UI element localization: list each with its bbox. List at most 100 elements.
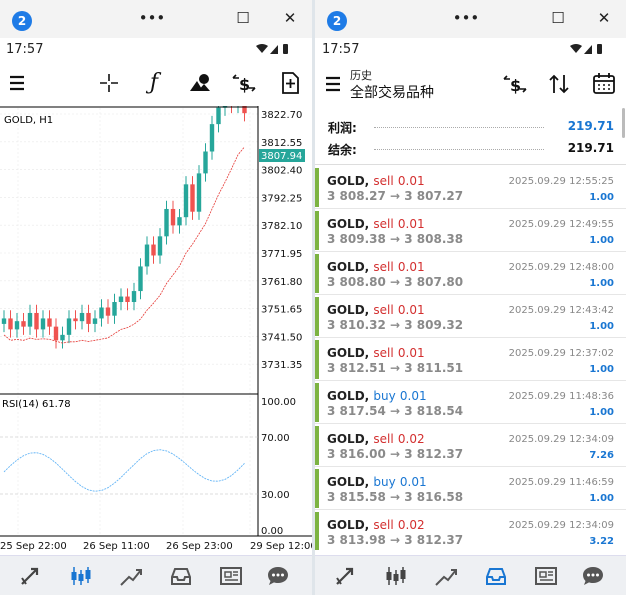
header-title[interactable]: 全部交易品种 (350, 82, 434, 102)
add-file-icon[interactable] (275, 68, 305, 98)
balance-value: 219.71 (567, 141, 614, 155)
candle (125, 296, 130, 303)
candle (99, 307, 104, 319)
chart-icon[interactable] (67, 562, 95, 590)
history-header: 历史 全部交易品种 $ (315, 60, 626, 108)
news-icon[interactable] (532, 562, 560, 590)
inbox-icon[interactable] (482, 562, 510, 590)
title-bar: 2 ••• ☐ ✕ (0, 0, 312, 38)
trade-symbol: GOLD, (327, 303, 370, 317)
candle (138, 266, 143, 292)
candle (203, 151, 208, 174)
trade-side: sell (373, 260, 394, 274)
price-tick: 3741.50 (261, 332, 302, 343)
more-options-button[interactable]: ••• (137, 6, 167, 30)
trade-profit: 1.00 (589, 493, 614, 504)
trend-icon[interactable] (117, 562, 145, 590)
candle (164, 208, 169, 237)
trade-row[interactable]: GOLD, sell 0.01 3 808.80 → 3 807.80 2025… (315, 253, 626, 295)
row-marker (315, 340, 319, 379)
trade-row[interactable]: GOLD, sell 0.01 3 808.27 → 3 807.27 2025… (315, 167, 626, 209)
history-window: 2 ••• ☐ ✕ 17:57 历史 全部交易品种 $ 利润: 219.71 结… (315, 0, 626, 595)
svg-text:$: $ (510, 76, 521, 95)
trade-symbol: GOLD, (327, 174, 370, 188)
price-tick: 3792.25 (261, 193, 302, 204)
trade-icon[interactable] (17, 562, 45, 590)
candle (196, 173, 202, 212)
trade-prices: 3 816.00 → 3 812.37 (327, 447, 464, 461)
maximize-button[interactable]: ☐ (228, 6, 258, 30)
trend-icon[interactable] (432, 562, 460, 590)
chart-icon[interactable] (382, 562, 410, 590)
trade-side: sell (373, 217, 394, 231)
candle (21, 321, 26, 327)
trade-list: GOLD, sell 0.01 3 808.27 → 3 807.27 2025… (315, 167, 626, 550)
candle (66, 318, 72, 335)
inbox-icon[interactable] (167, 562, 195, 590)
sort-icon[interactable] (544, 69, 574, 99)
close-button[interactable]: ✕ (275, 6, 305, 30)
price-tick: 3731.35 (261, 360, 302, 371)
trade-side: sell (373, 303, 394, 317)
trade-profit: 3.22 (589, 536, 614, 547)
chat-icon[interactable] (579, 562, 607, 590)
trade-volume: 0.01 (399, 389, 427, 403)
candle (8, 318, 13, 330)
trade-row[interactable]: GOLD, buy 0.01 3 815.58 → 3 816.58 2025.… (315, 468, 626, 510)
calendar-icon[interactable] (589, 69, 619, 99)
candle (73, 318, 78, 322)
candle (216, 107, 221, 125)
trade-row[interactable]: GOLD, sell 0.01 3 809.38 → 3 808.38 2025… (315, 210, 626, 252)
trade-datetime: 2025.09.29 12:55:25 (508, 176, 614, 187)
candle (131, 291, 137, 303)
shapes-icon[interactable] (185, 68, 215, 98)
time-label: 25 Sep 22:00 (0, 541, 67, 552)
trade-row[interactable]: GOLD, buy 0.01 3 817.54 → 3 818.54 2025.… (315, 382, 626, 424)
maximize-button[interactable]: ☐ (543, 6, 573, 30)
trade-icon[interactable] (332, 562, 360, 590)
candle (86, 312, 91, 324)
trade-datetime: 2025.09.29 12:37:02 (508, 348, 614, 359)
balance-label: 结余: (328, 143, 357, 157)
more-options-button[interactable]: ••• (451, 6, 481, 30)
trade-datetime: 2025.09.29 12:43:42 (508, 305, 614, 316)
trade-volume: 0.01 (397, 303, 425, 317)
trade-volume: 0.02 (397, 518, 425, 532)
trade-row[interactable]: GOLD, sell 0.01 3 812.51 → 3 811.51 2025… (315, 339, 626, 381)
crosshair-icon[interactable] (94, 68, 124, 98)
symbol-label: GOLD, H1 (4, 115, 53, 126)
profit-label: 利润: (328, 121, 357, 135)
news-icon[interactable] (217, 562, 245, 590)
trade-symbol: GOLD, (327, 389, 370, 403)
trade-profit: 1.00 (589, 321, 614, 332)
status-time: 17:57 (6, 42, 44, 57)
candle (47, 318, 52, 327)
trade-row[interactable]: GOLD, sell 0.02 3 813.98 → 3 812.37 2025… (315, 511, 626, 550)
function-icon[interactable]: ƒ (139, 68, 169, 98)
close-button[interactable]: ✕ (589, 6, 619, 30)
candle (190, 184, 195, 212)
trade-row[interactable]: GOLD, sell 0.02 3 816.00 → 3 812.37 2025… (315, 425, 626, 467)
rsi-tick: 70.00 (261, 433, 290, 444)
menu-icon[interactable] (2, 68, 32, 98)
chat-icon[interactable] (264, 562, 292, 590)
candle (144, 244, 150, 267)
trade-volume: 0.01 (397, 174, 425, 188)
trade-prices: 3 808.27 → 3 807.27 (327, 189, 464, 203)
time-label: 26 Sep 11:00 (83, 541, 150, 552)
row-marker (315, 426, 319, 465)
bottom-nav (0, 555, 312, 595)
candle (79, 312, 85, 322)
current-price: 3807.94 (261, 151, 302, 162)
time-label: 29 Sep 12:00 (250, 541, 312, 552)
svg-text:$: $ (239, 75, 250, 94)
trade-row[interactable]: GOLD, sell 0.01 3 810.32 → 3 809.32 2025… (315, 296, 626, 338)
price-chart[interactable]: GOLD, H1 3822.70 3812.55 3802.40 3792.25 378… (0, 106, 312, 556)
dollar-swap-icon[interactable]: $ (229, 68, 259, 98)
balance-row: 结余: 219.71 (328, 139, 614, 159)
trade-volume: 0.02 (397, 432, 425, 446)
dollar-swap-icon[interactable]: $ (500, 69, 530, 99)
menu-icon[interactable] (318, 69, 348, 99)
time-label: 26 Sep 23:00 (166, 541, 233, 552)
trade-datetime: 2025.09.29 12:34:09 (508, 520, 614, 531)
